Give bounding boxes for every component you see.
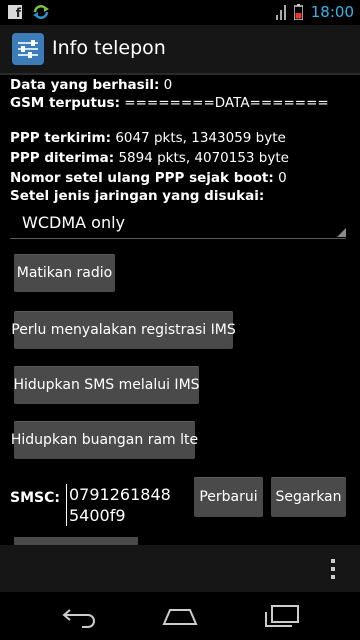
data-success-label: Data yang berhasil: [10, 77, 160, 93]
smsc-field[interactable]: 0791261848 5400f9 [66, 484, 179, 526]
ppp-reset-label: Nomor setel ulang PPP sejak boot: [10, 170, 274, 186]
action-bar: Info telepon [0, 25, 360, 75]
status-bar: f 18:00 [0, 0, 360, 25]
facebook-icon: f [8, 5, 22, 19]
recent-apps-icon[interactable] [262, 604, 302, 628]
smsc-refresh-button[interactable]: Segarkan [271, 477, 346, 517]
ppp-received-label: PPP diterima: [10, 150, 115, 166]
lte-ram-dump-button[interactable]: Hidupkan buangan ram lte [11, 421, 198, 459]
smsc-value-line2: 5400f9 [69, 506, 126, 525]
spinner-arrow-icon [337, 228, 346, 237]
ppp-reset-row: Nomor setel ulang PPP sejak boot: 0 [10, 170, 287, 186]
gsm-disconnect-row: GSM terputus: ========DATA======= [10, 95, 329, 111]
ims-registration-button[interactable]: Perlu menyalakan registrasi IMS [11, 311, 236, 349]
signal-icon [275, 5, 286, 20]
phone-info-content[interactable]: Data yang berhasil: 0 GSM terputus: ====… [0, 75, 360, 545]
partially-visible-button[interactable] [14, 537, 138, 545]
sync-icon [33, 5, 49, 19]
smsc-update-button[interactable]: Perbarui [194, 477, 263, 517]
clock: 18:00 [310, 3, 354, 21]
ppp-sent-row: PPP terkirim: 6047 pkts, 1343059 byte [10, 130, 286, 146]
notification-icons: f [8, 4, 50, 20]
system-icons: 18:00 [275, 3, 354, 21]
gsm-disconnect-value: ========DATA======= [124, 95, 329, 111]
ppp-received-value: 5894 pkts, 4070153 byte [118, 150, 289, 166]
ppp-received-row: PPP diterima: 5894 pkts, 4070153 byte [10, 150, 289, 166]
network-type-selected: WCDMA only [22, 213, 125, 232]
radio-off-button[interactable]: Matikan radio [14, 254, 115, 292]
page-title: Info telepon [52, 37, 166, 59]
smsc-label: SMSC: [10, 490, 60, 506]
settings-sliders-icon[interactable] [12, 33, 44, 65]
data-success-value: 0 [163, 77, 173, 93]
overflow-menu-icon[interactable] [330, 557, 336, 581]
home-icon[interactable] [160, 604, 200, 628]
navigation-bar [0, 592, 360, 640]
ppp-sent-value: 6047 pkts, 1343059 byte [115, 130, 286, 146]
sms-over-ims-button[interactable]: Hidupkan SMS melalui IMS [13, 366, 200, 404]
network-type-spinner[interactable]: WCDMA only [10, 208, 346, 239]
data-success-row: Data yang berhasil: 0 [10, 77, 172, 93]
smsc-value-line1: 0791261848 [69, 485, 171, 504]
ppp-sent-label: PPP terkirim: [10, 130, 112, 146]
gsm-disconnect-label: GSM terputus: [10, 95, 120, 111]
back-icon[interactable] [60, 604, 100, 628]
ppp-reset-value: 0 [278, 170, 287, 186]
bottom-action-bar [0, 545, 360, 592]
battery-icon [293, 4, 303, 20]
network-type-label: Setel jenis jaringan yang disukai: [10, 188, 265, 204]
network-type-row: Setel jenis jaringan yang disukai: [10, 188, 264, 204]
